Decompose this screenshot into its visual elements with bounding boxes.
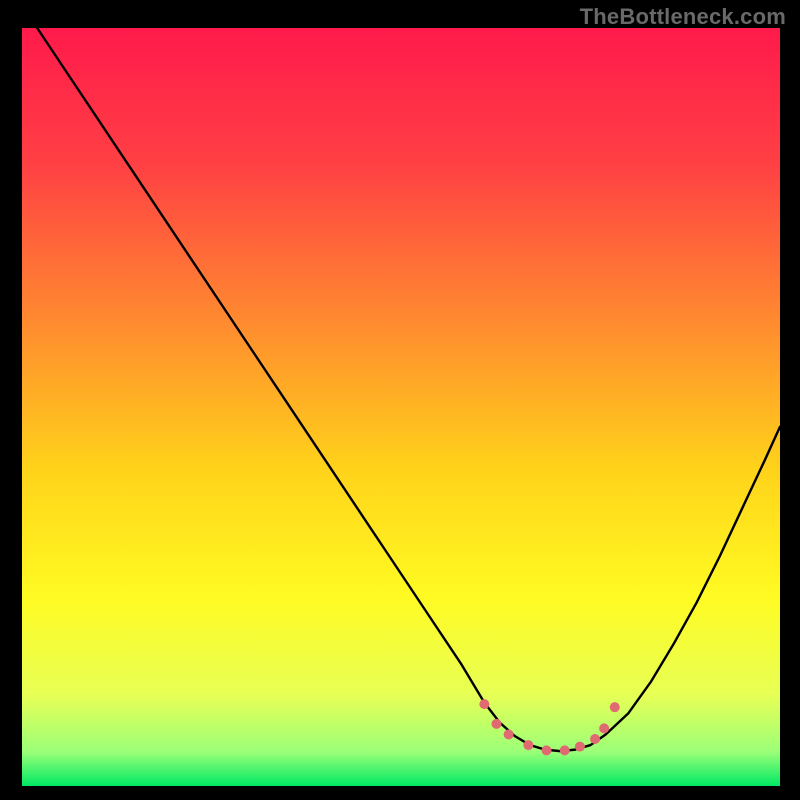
watermark-text: TheBottleneck.com — [580, 4, 786, 30]
bottleneck-chart — [22, 28, 780, 786]
chart-frame: TheBottleneck.com — [0, 0, 800, 800]
